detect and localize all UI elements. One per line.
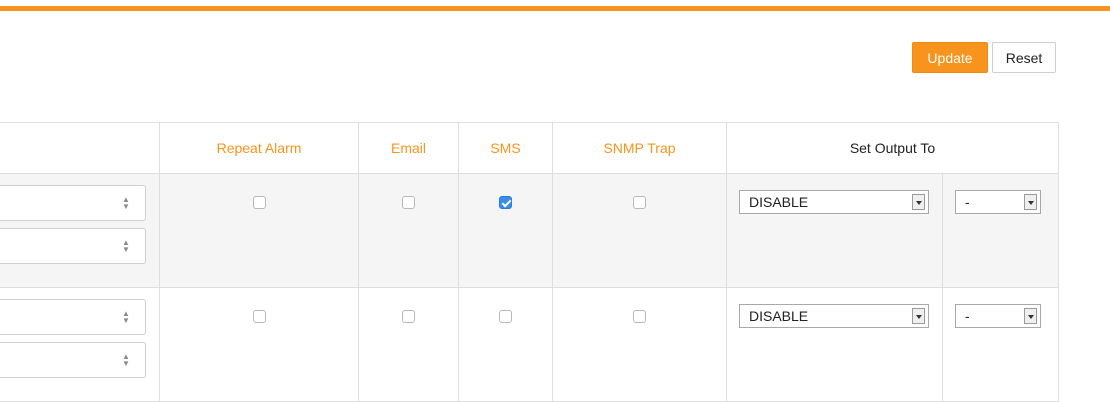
snmp-trap-cell	[552, 173, 727, 288]
threshold-cell: ▲ ▼ ▲ ▼	[0, 173, 160, 288]
output-select-value: DISABLE	[749, 194, 809, 210]
chevron-down-icon[interactable]	[1024, 194, 1037, 210]
output-cell: DISABLE	[726, 173, 943, 288]
threshold-cell: ▲ ▼ ▲ ▼	[0, 287, 160, 402]
threshold-high-stepper[interactable]: ▲ ▼	[0, 185, 146, 221]
snmp-trap-cell	[552, 287, 727, 402]
stepper-arrows-icon[interactable]: ▲ ▼	[122, 239, 130, 254]
chevron-down-icon[interactable]	[912, 194, 925, 210]
stepper-arrows-icon[interactable]: ▲ ▼	[122, 353, 130, 368]
toolbar: Update Reset	[912, 42, 1056, 73]
reset-button[interactable]: Reset	[992, 42, 1056, 73]
stepper-arrows-icon[interactable]: ▲ ▼	[122, 310, 130, 325]
table-row: ▲ ▼ ▲ ▼ DISABLE -	[0, 173, 1059, 288]
output-select-value: DISABLE	[749, 308, 809, 324]
output-select[interactable]: DISABLE	[739, 190, 929, 214]
top-accent-bar	[0, 6, 1110, 11]
output-secondary-select[interactable]: -	[955, 190, 1041, 214]
output-secondary-value: -	[965, 194, 970, 210]
header-set-output-to: Set Output To	[726, 122, 1059, 174]
repeat-alarm-checkbox[interactable]	[252, 196, 266, 209]
header-email: Email	[358, 122, 459, 174]
table-header-row: Repeat Alarm Email SMS SNMP Trap Set Out…	[0, 122, 1059, 174]
email-cell	[358, 287, 459, 402]
sms-checkbox[interactable]	[499, 310, 512, 323]
output-secondary-value: -	[965, 308, 970, 324]
email-checkbox[interactable]	[402, 310, 415, 323]
output-select[interactable]: DISABLE	[739, 304, 929, 328]
email-cell	[358, 173, 459, 288]
header-repeat-alarm: Repeat Alarm	[159, 122, 359, 174]
stepper-arrows-icon[interactable]: ▲ ▼	[122, 196, 130, 211]
repeat-alarm-cell	[159, 287, 359, 402]
repeat-alarm-cell	[159, 173, 359, 288]
threshold-high-stepper[interactable]: ▲ ▼	[0, 299, 146, 335]
header-snmp-trap: SNMP Trap	[552, 122, 727, 174]
header-threshold	[0, 122, 160, 174]
table-row: ▲ ▼ ▲ ▼ DISABLE -	[0, 287, 1059, 402]
alarm-settings-table: Repeat Alarm Email SMS SNMP Trap Set Out…	[0, 122, 1059, 402]
sms-cell	[458, 173, 553, 288]
threshold-low-stepper[interactable]: ▲ ▼	[0, 342, 146, 378]
output-cell: DISABLE	[726, 287, 943, 402]
threshold-low-stepper[interactable]: ▲ ▼	[0, 228, 146, 264]
output-secondary-select[interactable]: -	[955, 304, 1041, 328]
snmp-trap-checkbox[interactable]	[633, 196, 646, 209]
update-button[interactable]: Update	[912, 42, 988, 73]
output-secondary-cell: -	[942, 173, 1059, 288]
repeat-alarm-checkbox[interactable]	[252, 310, 266, 323]
output-secondary-cell: -	[942, 287, 1059, 402]
header-sms: SMS	[458, 122, 553, 174]
snmp-trap-checkbox[interactable]	[633, 310, 646, 323]
email-checkbox[interactable]	[402, 196, 415, 209]
chevron-down-icon[interactable]	[1024, 308, 1037, 324]
sms-checkbox[interactable]	[499, 196, 512, 209]
chevron-down-icon[interactable]	[912, 308, 925, 324]
sms-cell	[458, 287, 553, 402]
